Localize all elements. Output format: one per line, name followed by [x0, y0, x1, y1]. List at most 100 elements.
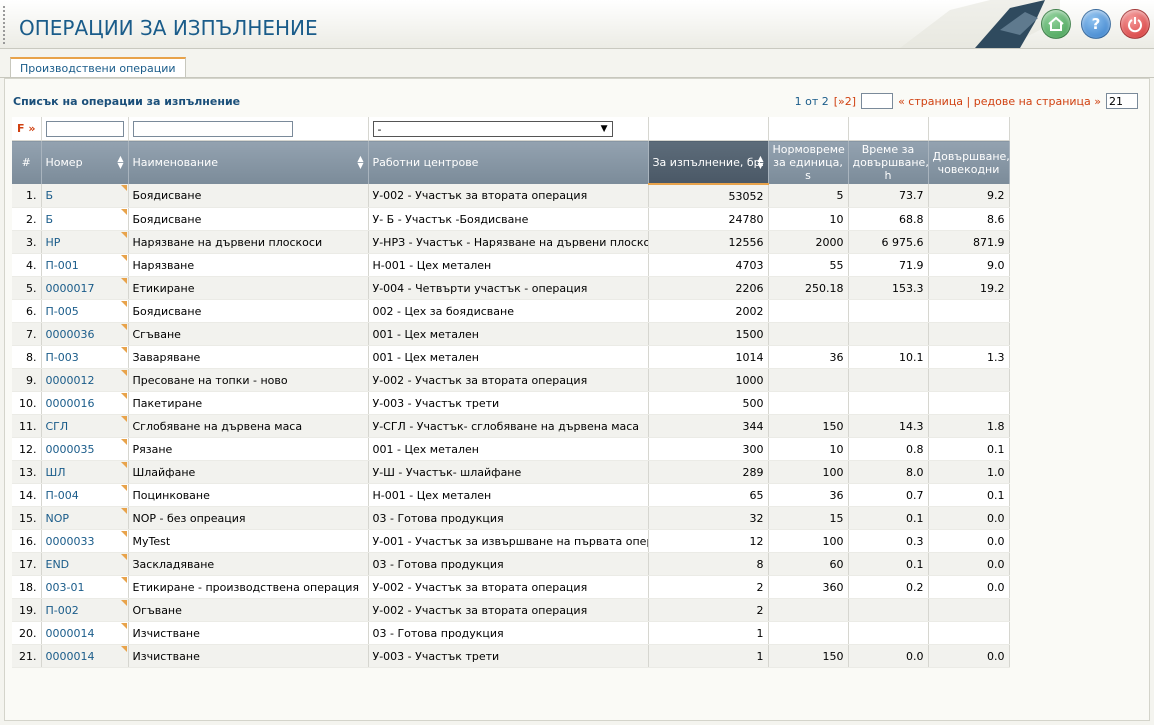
row-name: Боядисване [128, 207, 369, 231]
row-workcenter: 002 - Цех за боядисване [368, 299, 649, 323]
row-time-text: 0.2 [906, 580, 924, 594]
home-button[interactable] [1041, 9, 1071, 39]
row-days-text: 1.3 [987, 350, 1005, 364]
row-time-text: 73.7 [899, 189, 924, 202]
row-code-link[interactable]: НР [41, 230, 129, 254]
row-code-link[interactable]: 0000014 [41, 621, 129, 645]
filter-name-input[interactable] [132, 120, 293, 137]
row-workcenter-text: У-002 - Участък за втората операция [372, 189, 588, 202]
row-code-link[interactable]: 0000036 [41, 322, 129, 346]
filter-workcenter-select[interactable]: - ▼ [372, 120, 613, 137]
row-name: Изчистване [128, 621, 369, 645]
row-norm: 100 [768, 460, 849, 484]
tab-production-operations[interactable]: Производствени операции [10, 57, 186, 79]
corner-marker-icon [120, 393, 127, 399]
row-code-link[interactable]: 0000035 [41, 437, 129, 461]
row-workcenter-text: У-Ш - Участък- шлайфане [372, 465, 522, 479]
row-name: MyTest [128, 529, 369, 553]
row-code-link[interactable]: 0000016 [41, 391, 129, 415]
row-code-link[interactable]: П-005 [41, 299, 129, 323]
table-row: 19. П-002 Огъване У-002 - Участък за вторат… [12, 598, 1010, 622]
row-index: 8. [12, 345, 42, 369]
corner-marker-icon [120, 416, 127, 422]
help-button[interactable]: ? [1081, 9, 1111, 39]
col-header-name-label: Наименование [132, 156, 218, 169]
row-code-link[interactable]: СГЛ [41, 414, 129, 438]
col-header-code[interactable]: Номер ▲ ▼ [41, 140, 129, 184]
row-code-link-text: П-004 [45, 488, 79, 502]
row-code-link[interactable]: П-004 [41, 483, 129, 507]
page-number-input[interactable] [861, 93, 894, 109]
col-header-days: Довършване, човекодни [928, 140, 1010, 184]
corner-marker-icon [120, 646, 127, 652]
row-norm: 100 [768, 529, 849, 553]
row-workcenter: 03 - Готова продукция [368, 506, 649, 530]
sort-icon: ▲ ▼ [357, 154, 364, 170]
row-workcenter-text: 03 - Готова продукция [372, 511, 504, 525]
row-index: 17. [12, 552, 42, 576]
row-code-link[interactable]: 0000014 [41, 644, 129, 668]
row-time-text: 153.3 [892, 281, 924, 295]
row-norm-text: 10 [829, 212, 844, 226]
list-title: Списък на операции за изпълнение [13, 95, 241, 108]
row-code-link[interactable]: 003-01 [41, 575, 129, 599]
row-index-text: 9. [26, 373, 37, 387]
row-code-link[interactable]: NOP [41, 506, 129, 530]
row-name: Рязане [128, 437, 369, 461]
row-name: Сгъване [128, 322, 369, 346]
row-workcenter-text: У-004 - Четвърти участък - операция [372, 281, 588, 295]
row-quantity: 1014 [648, 345, 769, 369]
row-name-text: Заскладяване [132, 557, 215, 571]
corner-marker-icon [120, 278, 127, 284]
row-index: 9. [12, 368, 42, 392]
row-code-link[interactable]: END [41, 552, 129, 576]
row-code-link[interactable]: П-002 [41, 598, 129, 622]
row-workcenter: У-001 - Участък за извършване на първата… [368, 529, 649, 553]
corner-marker-icon [120, 554, 127, 560]
row-index: 2. [12, 207, 42, 231]
filter-code-input[interactable] [45, 120, 124, 137]
row-index-text: 7. [26, 327, 37, 341]
row-quantity-text: 53052 [728, 189, 764, 203]
row-norm: 55 [768, 253, 849, 277]
table-row: 9. 0000012 Пресоване на топки - ново У-002 … [12, 368, 1010, 392]
rows-per-page-input[interactable] [1106, 93, 1138, 109]
row-code-link-text: Б [45, 212, 54, 226]
row-code-link[interactable]: ШЛ [41, 460, 129, 484]
page-title: ОПЕРАЦИИ ЗА ИЗПЪЛНЕНИЕ [19, 16, 318, 40]
pager-next-page-link[interactable]: [»2] [834, 95, 856, 108]
corner-marker-icon [120, 301, 127, 307]
col-header-name[interactable]: Наименование ▲ ▼ [128, 140, 369, 184]
row-name-text: Етикиране - производствена операция [132, 580, 359, 594]
row-workcenter-text: У-002 - Участък за втората операция [372, 603, 588, 617]
header-decoration [900, 0, 1060, 48]
row-workcenter: 001 - Цех металeн [368, 345, 649, 369]
row-index: 14. [12, 483, 42, 507]
row-code-link[interactable]: П-001 [41, 253, 129, 277]
row-time [848, 368, 929, 392]
row-days: 0.1 [928, 437, 1010, 461]
row-code-link[interactable]: 0000033 [41, 529, 129, 553]
row-code-link[interactable]: 0000012 [41, 368, 129, 392]
power-button[interactable] [1120, 9, 1150, 39]
row-quantity-text: 65 [749, 488, 764, 502]
corner-marker-icon [120, 600, 127, 606]
row-quantity-text: 2206 [735, 281, 764, 295]
row-quantity: 1 [648, 644, 769, 668]
row-code-link[interactable]: Б [41, 207, 129, 231]
row-name-text: Заваряване [132, 350, 201, 364]
table-row: 12. 0000035 Рязане 001 - Цех металeн 300 10 0.… [12, 437, 1010, 461]
row-code-link[interactable]: П-003 [41, 345, 129, 369]
row-quantity-text: 344 [742, 419, 764, 433]
col-header-quantity[interactable]: За изпълнение, бр. ▲ ▼ [648, 140, 769, 185]
pager-page-text[interactable]: « страница | редове на страница » [898, 95, 1101, 108]
row-code-link[interactable]: Б [41, 184, 129, 208]
row-workcenter-text: У-003 - Участък трети [372, 396, 500, 410]
table-row: 3. НР Нарязване на дървени плоскоси У-НРЗ -… [12, 230, 1010, 254]
corner-marker-icon [120, 185, 127, 191]
row-index-text: 5. [26, 281, 37, 295]
row-quantity-text: 289 [742, 465, 764, 479]
row-quantity: 65 [648, 483, 769, 507]
row-code-link[interactable]: 0000017 [41, 276, 129, 300]
row-time-text: 6 975.6 [881, 235, 924, 249]
